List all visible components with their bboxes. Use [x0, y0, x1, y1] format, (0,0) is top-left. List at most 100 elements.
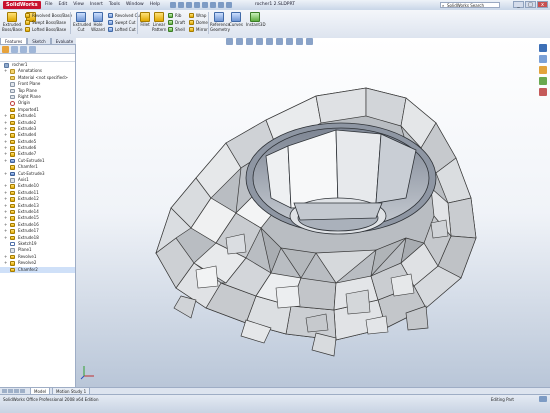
solidworks-logo[interactable]: SolidWorks: [3, 1, 41, 9]
feature-tree-item-label: Origin: [18, 100, 31, 106]
extruded-boss-button[interactable]: Extruded Boss/Base: [2, 12, 22, 32]
menu-file[interactable]: File: [42, 0, 56, 10]
maximize-button[interactable]: □: [525, 1, 536, 8]
feature-tree-item[interactable]: Chamfer2: [0, 266, 75, 273]
feature-tree-item-label: Extrude11: [18, 189, 39, 195]
graphics-area[interactable]: [76, 38, 550, 387]
plane-icon: [10, 248, 15, 253]
tab-features[interactable]: Features: [0, 38, 28, 45]
wrap-button[interactable]: Wrap: [189, 13, 206, 18]
close-button[interactable]: x: [537, 1, 548, 8]
hole-wizard-button[interactable]: Hole Wizard: [90, 12, 106, 32]
feature-tree-item-label: Extrude15: [18, 215, 39, 221]
revolved-boss-row[interactable]: Revolved Boss/Base: [25, 13, 72, 18]
menu-window[interactable]: Window: [123, 0, 147, 10]
rib-label: Rib: [175, 13, 182, 18]
next-tab-arrow-icon[interactable]: [14, 389, 19, 393]
feature-tree-item-label: Extrude4: [18, 132, 37, 138]
extruded-boss-icon: [7, 12, 17, 22]
hole-wizard-icon: [93, 12, 103, 22]
extruded-boss-label: Extruded Boss/Base: [2, 22, 23, 32]
feature-tree-item-label: Cut-Extrude3: [18, 170, 45, 176]
linear-pattern-label: Linear Pattern: [152, 22, 167, 32]
feature-icon: [10, 216, 15, 221]
lofted-cut-button[interactable]: Lofted Cut: [108, 27, 136, 32]
plane-icon: [10, 88, 15, 94]
first-tab-arrow-icon[interactable]: [2, 389, 7, 393]
fillet-button[interactable]: Fillet: [139, 12, 151, 28]
swept-cut-button[interactable]: Swept Cut: [108, 20, 136, 25]
save-icon[interactable]: [186, 2, 192, 8]
status-product-name: SolidWorks Office Professional 2008 x64 …: [3, 397, 99, 402]
linear-pattern-button[interactable]: Linear Pattern: [152, 12, 166, 32]
extruded-cut-label: Extruded Cut: [73, 22, 92, 32]
swept-boss-button[interactable]: Swept Boss/Base: [25, 20, 66, 25]
feature-tree-item-label: Chamfer1: [18, 164, 38, 170]
mirror-icon: [189, 27, 194, 32]
menu-help[interactable]: Help: [147, 0, 163, 10]
plane-icon: [10, 94, 15, 100]
shell-button[interactable]: Shell: [168, 27, 185, 32]
reference-geometry-label: Reference Geometry: [210, 22, 231, 32]
rebuild-icon[interactable]: [218, 2, 224, 8]
shell-icon: [168, 27, 173, 32]
options-icon[interactable]: [226, 2, 232, 8]
open-icon[interactable]: [178, 2, 184, 8]
lofted-boss-button[interactable]: Lofted Boss/Base: [25, 27, 66, 32]
feature-tree-item-label: Extrude2: [18, 119, 37, 125]
feature-tree: rocher1AnnotationsMaterial <not specifie…: [0, 62, 75, 273]
undo-icon[interactable]: [202, 2, 208, 8]
reference-geometry-button[interactable]: Reference Geometry: [210, 12, 231, 32]
feature-tree-item-label: rocher1: [12, 62, 28, 67]
curves-button[interactable]: Curves: [229, 12, 243, 28]
feature-icon: [10, 165, 15, 170]
feature-tree-item-label: Imported1: [18, 106, 39, 112]
dome-button[interactable]: Dome: [189, 20, 208, 25]
feature-tree-filter[interactable]: [0, 54, 75, 62]
menu-view[interactable]: View: [70, 0, 87, 10]
feature-tree-item-label: Extrude18: [18, 234, 39, 240]
reference-triad: [80, 364, 96, 381]
tab-sketch[interactable]: Sketch: [27, 38, 51, 45]
feature-icon: [10, 139, 15, 145]
menu-edit[interactable]: Edit: [56, 0, 71, 10]
curves-label: Curves: [229, 22, 243, 27]
feature-tree-item-label: Extrude1: [18, 113, 37, 119]
print-icon[interactable]: [194, 2, 200, 8]
feature-tree-item-label: Extrude17: [18, 228, 39, 234]
menu-tools[interactable]: Tools: [106, 0, 123, 10]
feature-tree-item-label: Extrude10: [18, 183, 39, 189]
extruded-cut-button[interactable]: Extruded Cut: [73, 12, 92, 32]
help-icon[interactable]: [539, 396, 547, 402]
rock-model-3d[interactable]: [76, 38, 550, 387]
minimize-button[interactable]: _: [513, 1, 524, 8]
feature-tree-item-label: Extrude13: [18, 202, 39, 208]
select-icon[interactable]: [210, 2, 216, 8]
dimxpert-manager-tab-icon[interactable]: [29, 46, 36, 53]
mirror-button[interactable]: Mirror: [189, 27, 208, 32]
feature-tree-item-label: Extrude12: [18, 196, 39, 202]
tab-evaluate[interactable]: Evaluate: [50, 38, 79, 45]
feature-tree-item-label: Extrude3: [18, 125, 37, 131]
rib-button[interactable]: Rib: [168, 13, 181, 18]
revolved-cut-icon: [108, 13, 113, 18]
last-tab-arrow-icon[interactable]: [20, 389, 25, 393]
search-input[interactable]: ⌕ SolidWorks Search: [440, 2, 500, 8]
property-manager-tab-icon[interactable]: [11, 46, 18, 53]
configuration-manager-tab-icon[interactable]: [20, 46, 27, 53]
feature-icon: [10, 197, 15, 202]
feature-tree-item-label: Extrude7: [18, 151, 37, 157]
toolbar-separator: [208, 12, 209, 34]
fillet-label: Fillet: [140, 22, 150, 27]
menu-insert[interactable]: Insert: [87, 0, 106, 10]
feature-tree-item-label: Sketch19: [18, 240, 37, 246]
instant3d-button[interactable]: Instant3D: [246, 12, 266, 28]
new-icon[interactable]: [170, 2, 176, 8]
prev-tab-arrow-icon[interactable]: [8, 389, 13, 393]
revolved-boss-small-icon: [25, 13, 30, 18]
swept-cut-icon: [108, 20, 113, 25]
draft-button[interactable]: Draft: [168, 20, 185, 25]
feature-manager-tab-icon[interactable]: [2, 46, 9, 53]
plane-icon: [10, 82, 15, 87]
feature-tree-item-label: Front Plane: [18, 81, 41, 87]
